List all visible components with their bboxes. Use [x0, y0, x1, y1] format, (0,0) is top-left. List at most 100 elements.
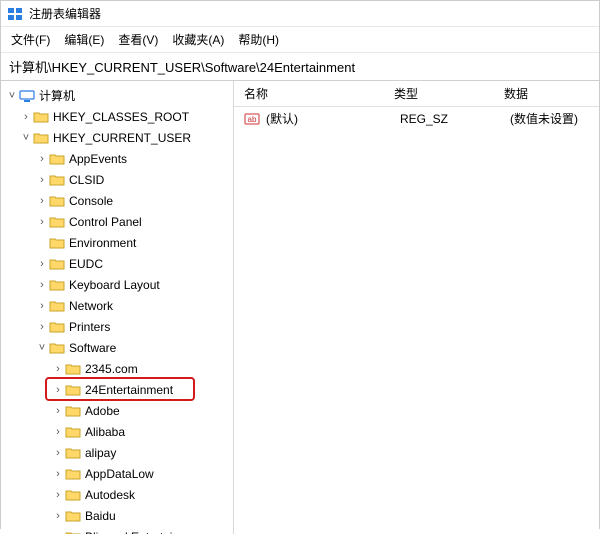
chevron-right-icon[interactable]: › [51, 447, 65, 459]
titlebar: 注册表编辑器 [1, 1, 599, 27]
menu-help[interactable]: 帮助(H) [238, 31, 279, 48]
tree-item[interactable]: ›Console [1, 190, 233, 211]
chevron-right-icon[interactable]: › [35, 321, 49, 333]
folder-icon [65, 508, 81, 524]
folder-icon [49, 256, 65, 272]
tree-item[interactable]: › Autodesk [1, 484, 233, 505]
folder-icon [65, 529, 81, 534]
address-bar[interactable]: 计算机\HKEY_CURRENT_USER\Software\24Enterta… [1, 53, 599, 81]
tree-item[interactable]: › Blizzard Entertainn [1, 526, 233, 534]
chevron-right-icon[interactable]: › [35, 258, 49, 270]
tree-label: Blizzard Entertainn [85, 530, 186, 534]
list-row[interactable]: ab (默认) REG_SZ (数值未设置) [234, 107, 599, 130]
chevron-right-icon[interactable]: › [51, 384, 65, 396]
chevron-right-icon[interactable]: › [51, 405, 65, 417]
chevron-down-icon[interactable]: ˅ [5, 90, 19, 102]
folder-icon [49, 235, 65, 251]
chevron-right-icon[interactable]: › [35, 300, 49, 312]
tree-label: Baidu [85, 509, 116, 523]
tree-item[interactable]: › AppEvents [1, 148, 233, 169]
chevron-right-icon[interactable]: › [51, 531, 65, 534]
tree-item[interactable]: › 2345.com [1, 358, 233, 379]
column-header-type[interactable]: 类型 [384, 85, 494, 102]
tree-label: Alibaba [85, 425, 125, 439]
tree-item[interactable]: ›CLSID [1, 169, 233, 190]
value-data: (数值未设置) [500, 110, 599, 127]
folder-icon [65, 403, 81, 419]
tree-label: Control Panel [69, 215, 142, 229]
tree-item[interactable]: ›Environment [1, 232, 233, 253]
tree-item[interactable]: › Alibaba [1, 421, 233, 442]
folder-icon [49, 151, 65, 167]
chevron-right-icon[interactable]: › [51, 510, 65, 522]
folder-icon [33, 130, 49, 146]
menu-edit[interactable]: 编辑(E) [64, 31, 104, 48]
tree-label: AppDataLow [85, 467, 154, 481]
tree-label: 24Entertainment [85, 383, 173, 397]
tree-item-software[interactable]: ˅ Software [1, 337, 233, 358]
tree-label: Network [69, 299, 113, 313]
tree-label: AppEvents [69, 152, 127, 166]
value-type: REG_SZ [390, 112, 500, 126]
folder-icon [65, 361, 81, 377]
chevron-right-icon[interactable]: › [35, 279, 49, 291]
values-pane[interactable]: 名称 类型 数据 ab (默认) REG_SZ (数值未设置) [234, 81, 599, 534]
string-value-icon: ab [244, 111, 260, 127]
tree-item-24entertainment[interactable]: › 24Entertainment [1, 379, 233, 400]
tree-item[interactable]: › Baidu [1, 505, 233, 526]
folder-icon [65, 487, 81, 503]
tree-label: HKEY_CLASSES_ROOT [53, 110, 189, 124]
tree-item[interactable]: › alipay [1, 442, 233, 463]
menu-favorites[interactable]: 收藏夹(A) [172, 31, 224, 48]
chevron-right-icon[interactable]: › [19, 111, 33, 123]
tree-label: 2345.com [85, 362, 138, 376]
menu-view[interactable]: 查看(V) [118, 31, 158, 48]
tree-label: Software [69, 341, 116, 355]
tree-pane[interactable]: ˅ 计算机 › HKEY_CLASSES_ROOT ˅ HKEY_CURRENT… [1, 81, 234, 534]
tree-label: Autodesk [85, 488, 135, 502]
tree-label: Keyboard Layout [69, 278, 160, 292]
tree-label: Printers [69, 320, 110, 334]
tree-item[interactable]: › Adobe [1, 400, 233, 421]
folder-icon [65, 382, 81, 398]
tree-label: Adobe [85, 404, 120, 418]
chevron-right-icon[interactable]: › [51, 363, 65, 375]
tree-label: EUDC [69, 257, 103, 271]
tree-label: 计算机 [39, 87, 75, 104]
tree-item[interactable]: › Network [1, 295, 233, 316]
folder-icon [49, 172, 65, 188]
tree-item[interactable]: › Keyboard Layout [1, 274, 233, 295]
folder-icon [49, 193, 65, 209]
tree-item[interactable]: › Printers [1, 316, 233, 337]
folder-icon [65, 466, 81, 482]
tree-label: HKEY_CURRENT_USER [53, 131, 191, 145]
chevron-right-icon[interactable]: › [35, 153, 49, 165]
chevron-down-icon[interactable]: ˅ [19, 132, 33, 144]
tree-root[interactable]: ˅ 计算机 [1, 85, 233, 106]
tree-label: alipay [85, 446, 116, 460]
tree-hkcr[interactable]: › HKEY_CLASSES_ROOT [1, 106, 233, 127]
folder-icon [49, 319, 65, 335]
folder-icon [49, 214, 65, 230]
chevron-right-icon[interactable]: › [35, 195, 49, 207]
menu-file[interactable]: 文件(F) [11, 31, 50, 48]
column-header-data[interactable]: 数据 [494, 85, 599, 102]
computer-icon [19, 88, 35, 104]
regedit-icon [7, 6, 23, 22]
chevron-right-icon[interactable]: › [35, 216, 49, 228]
tree-item[interactable]: › AppDataLow [1, 463, 233, 484]
chevron-right-icon[interactable]: › [51, 489, 65, 501]
tree-hkcu[interactable]: ˅ HKEY_CURRENT_USER [1, 127, 233, 148]
content-area: ˅ 计算机 › HKEY_CLASSES_ROOT ˅ HKEY_CURRENT… [1, 81, 599, 534]
chevron-down-icon[interactable]: ˅ [35, 342, 49, 354]
chevron-right-icon[interactable]: › [51, 426, 65, 438]
list-header: 名称 类型 数据 [234, 81, 599, 107]
folder-icon [65, 424, 81, 440]
tree-item[interactable]: › Control Panel [1, 211, 233, 232]
chevron-right-icon[interactable]: › [51, 468, 65, 480]
tree-label: Environment [69, 236, 136, 250]
tree-item[interactable]: › EUDC [1, 253, 233, 274]
chevron-right-icon[interactable]: › [35, 174, 49, 186]
menubar: 文件(F) 编辑(E) 查看(V) 收藏夹(A) 帮助(H) [1, 27, 599, 53]
column-header-name[interactable]: 名称 [234, 85, 384, 102]
